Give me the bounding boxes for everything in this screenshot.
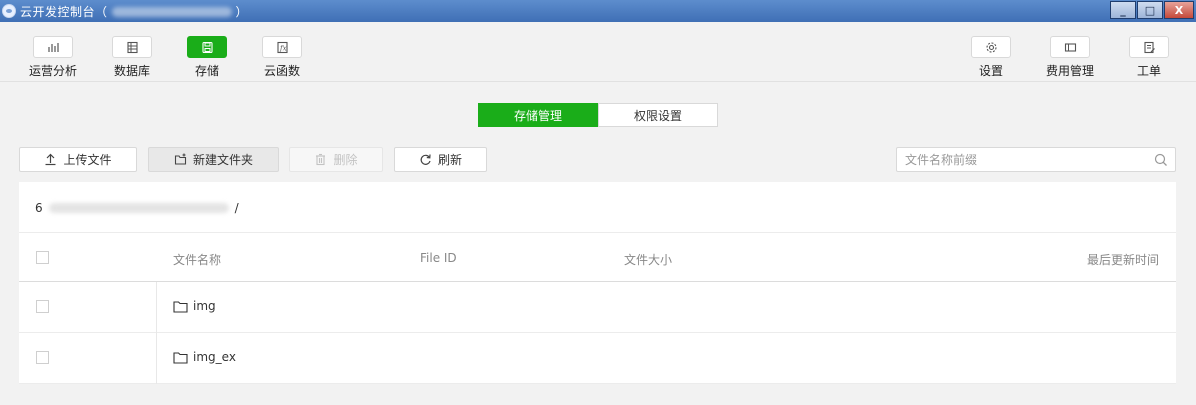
column-last-updated: 最后更新时间 [1086, 253, 1159, 267]
file-name-cell[interactable]: img [173, 299, 216, 313]
minimize-button[interactable]: _ [1110, 1, 1136, 19]
row-checkbox[interactable] [36, 351, 49, 364]
breadcrumb: 6 / [35, 201, 239, 215]
gear-icon [985, 41, 997, 53]
tool-ticket[interactable]: 工单 [1119, 36, 1179, 79]
wallet-icon [1064, 42, 1076, 52]
tool-storage-label: 存储 [194, 64, 219, 78]
delete-button[interactable]: 删除 [289, 147, 383, 172]
file-name-cell[interactable]: img_ex [173, 350, 236, 364]
window-controls: _ □ X [1110, 1, 1194, 19]
path-separator: / [234, 201, 239, 215]
row-checkbox[interactable] [36, 300, 49, 313]
upload-file-label: 上传文件 [63, 153, 112, 167]
trash-icon [316, 153, 326, 166]
tool-settings[interactable]: 设置 [961, 36, 1021, 79]
column-file-name: 文件名称 [173, 253, 222, 267]
app-logo-icon [2, 4, 16, 18]
search-box [896, 147, 1176, 172]
refresh-button[interactable]: 刷新 [394, 147, 487, 172]
folder-icon [173, 351, 188, 364]
column-divider [156, 282, 157, 384]
upload-icon [45, 153, 56, 166]
folder-icon [173, 300, 188, 313]
storage-icon [201, 41, 213, 53]
column-file-size: 文件大小 [624, 253, 673, 267]
search-input[interactable] [905, 151, 1145, 169]
new-folder-button[interactable]: 新建文件夹 [148, 147, 279, 172]
table-row[interactable]: img_ex [19, 333, 1176, 384]
search-icon[interactable] [1154, 153, 1168, 167]
tool-storage[interactable]: 存储 [177, 36, 237, 79]
window-title: 云开发控制台（） [20, 4, 249, 19]
tool-analytics-label: 运营分析 [28, 64, 77, 78]
main-toolbar: 运营分析 数据库 存储 fx 云函数 设置 费用管理 工单 [0, 22, 1196, 82]
redacted-env-id [48, 203, 229, 213]
file-name-label: img_ex [193, 350, 236, 364]
column-file-id: File ID [420, 251, 457, 265]
ticket-icon [1143, 41, 1155, 53]
tool-database-label: 数据库 [113, 64, 150, 78]
file-panel: 6 / 文件名称 File ID 文件大小 最后更新时间 img img_ex [19, 182, 1176, 384]
tab-permission-settings[interactable]: 权限设置 [598, 103, 718, 127]
maximize-button[interactable]: □ [1137, 1, 1163, 19]
svg-text:fx: fx [279, 44, 287, 52]
upload-file-button[interactable]: 上传文件 [19, 147, 137, 172]
path-prefix: 6 [35, 201, 43, 215]
table-row[interactable]: img [19, 282, 1176, 333]
tool-billing[interactable]: 费用管理 [1040, 36, 1100, 79]
file-name-label: img [193, 299, 216, 313]
tool-analytics[interactable]: 运营分析 [23, 36, 83, 79]
delete-label: 删除 [333, 153, 358, 167]
tool-settings-label: 设置 [978, 64, 1003, 78]
new-folder-icon [174, 153, 187, 165]
table-header: 文件名称 File ID 文件大小 最后更新时间 [19, 232, 1176, 282]
tool-cloud-function-label: 云函数 [263, 64, 300, 78]
tool-database[interactable]: 数据库 [102, 36, 162, 79]
redacted-appid [111, 7, 232, 17]
tool-ticket-label: 工单 [1136, 64, 1161, 78]
refresh-label: 刷新 [437, 153, 462, 167]
tool-cloud-function[interactable]: fx 云函数 [252, 36, 312, 79]
new-folder-label: 新建文件夹 [192, 153, 253, 167]
tab-storage-management[interactable]: 存储管理 [478, 103, 598, 127]
bar-chart-icon [47, 42, 59, 52]
storage-tabs: 存储管理 权限设置 [478, 103, 718, 127]
window-titlebar: 云开发控制台（） _ □ X [0, 0, 1196, 22]
select-all-checkbox[interactable] [36, 251, 49, 264]
refresh-icon [420, 154, 431, 165]
tool-billing-label: 费用管理 [1045, 64, 1094, 78]
database-icon [126, 41, 138, 53]
close-button[interactable]: X [1164, 1, 1194, 19]
function-icon: fx [276, 41, 288, 53]
